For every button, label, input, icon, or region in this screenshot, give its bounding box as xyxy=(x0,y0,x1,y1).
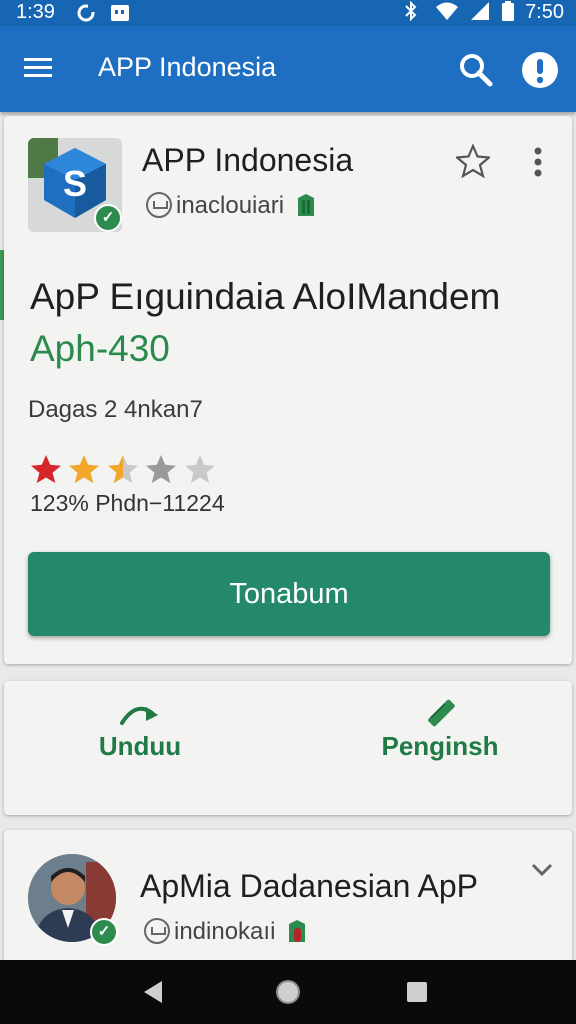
verified-badge-icon: ✓ xyxy=(90,918,118,946)
battery-icon xyxy=(501,1,514,21)
more-options-icon[interactable] xyxy=(532,146,544,178)
system-nav-bar xyxy=(0,960,576,1024)
install-button[interactable]: Tonabum xyxy=(28,552,550,636)
notification-icon xyxy=(111,5,129,21)
edit-action-label: Penginsh xyxy=(381,731,499,761)
app-bar: APP Indonesia xyxy=(0,26,576,112)
wifi-icon xyxy=(436,2,459,20)
shield-icon xyxy=(298,193,315,216)
status-bar: 1:39 7:50 xyxy=(0,0,576,26)
related-developer-name: indinokaıi xyxy=(174,918,276,945)
actions-card: Unduu Penginsh xyxy=(4,681,572,815)
app-version: Aph-430 xyxy=(30,328,170,369)
status-time: 1:39 xyxy=(16,1,55,23)
developer-name: inaclouiari xyxy=(176,192,285,219)
bluetooth-mute-icon xyxy=(405,0,417,22)
rating-stars xyxy=(30,454,216,489)
pencil-icon xyxy=(428,699,455,727)
app-headline: ApP Eıguindaia AloIMandem xyxy=(30,276,501,317)
developer-row[interactable]: inaclouiari xyxy=(146,191,318,220)
developer-icon xyxy=(146,191,172,218)
rating-summary: 123% Phdn−11224 xyxy=(30,490,225,516)
menu-icon[interactable] xyxy=(24,56,54,80)
related-app-card[interactable]: ✓ ApMia Dadanesian ApP indinokaıi xyxy=(4,830,572,970)
back-icon[interactable] xyxy=(142,980,164,1004)
verified-badge-icon: ✓ xyxy=(94,204,122,232)
search-icon[interactable] xyxy=(458,52,494,88)
redo-arrow-icon xyxy=(120,706,158,725)
sync-icon xyxy=(77,4,95,22)
alert-icon[interactable] xyxy=(520,50,560,90)
download-action-label: Unduu xyxy=(98,731,182,761)
home-icon[interactable] xyxy=(274,978,302,1006)
related-app-name: ApMia Dadanesian ApP xyxy=(140,868,478,904)
star-filled-red-icon xyxy=(31,454,61,484)
star-empty-icon xyxy=(184,454,215,484)
developer-icon xyxy=(144,917,170,944)
shield-icon xyxy=(289,919,306,942)
chevron-down-icon[interactable] xyxy=(530,862,554,878)
svg-text:S: S xyxy=(63,163,87,204)
app-meta: Dagas 2 4nkan7 xyxy=(28,396,203,423)
app-logo[interactable]: S ✓ xyxy=(28,138,122,232)
star-half-icon xyxy=(107,454,138,484)
favorite-star-icon[interactable] xyxy=(456,144,490,178)
signal-icon xyxy=(470,2,489,20)
status-clock: 7:50 xyxy=(525,1,564,23)
edit-action-button[interactable]: Penginsh xyxy=(340,699,540,762)
app-name: APP Indonesia xyxy=(142,142,354,178)
app-bar-title: APP Indonesia xyxy=(98,52,277,82)
recents-icon[interactable] xyxy=(406,981,428,1003)
related-developer-row[interactable]: indinokaıi xyxy=(144,917,309,946)
star-filled-icon xyxy=(69,454,100,484)
app-detail-card: S ✓ APP Indonesia inaclouiari ApP Eıguin… xyxy=(4,116,572,664)
download-action-button[interactable]: Unduu xyxy=(40,699,240,762)
star-empty-icon xyxy=(146,454,177,484)
